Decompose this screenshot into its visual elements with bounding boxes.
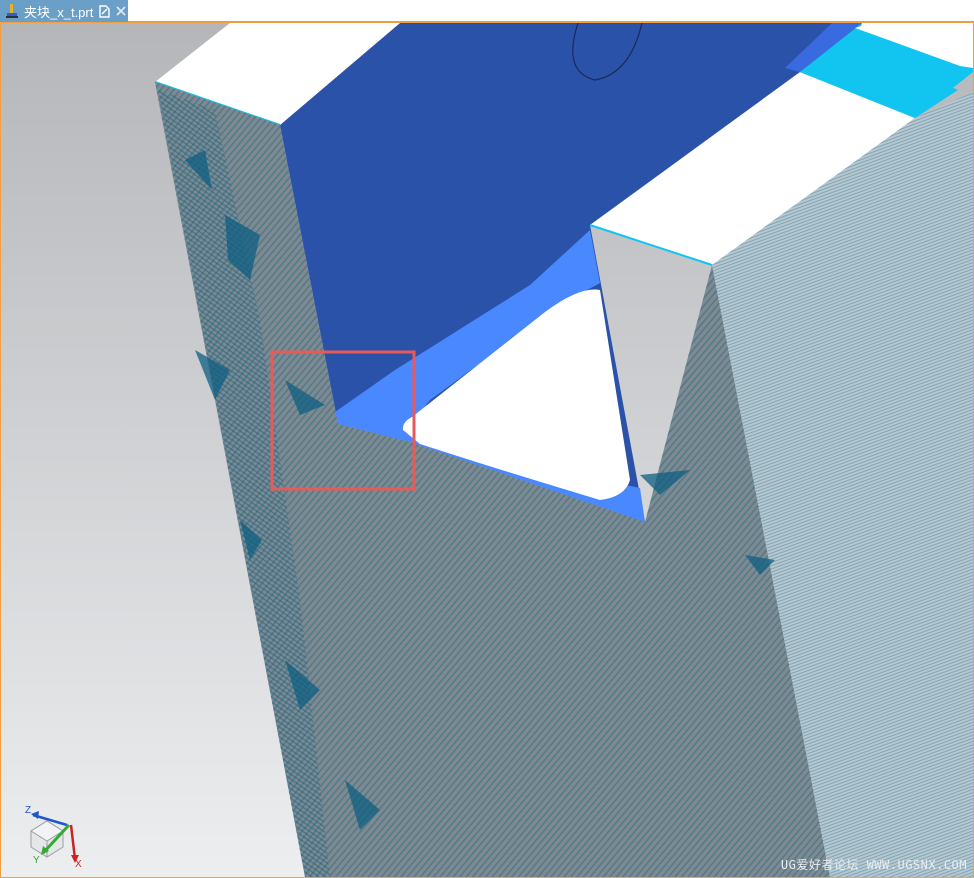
document-modified-icon bbox=[98, 4, 110, 18]
document-tab[interactable]: 夹块_x_t.prt bbox=[0, 0, 128, 22]
model-scene bbox=[1, 23, 973, 877]
x-axis-arrow-icon bbox=[69, 824, 79, 863]
close-icon[interactable] bbox=[115, 4, 127, 18]
triad-y-label: Y bbox=[33, 855, 40, 866]
document-tab-bar: 夹块_x_t.prt bbox=[0, 0, 974, 22]
nx-graphics-window: 夹块_x_t.prt Z Y X UG爱好者论坛 WWW.UGSNX.COM bbox=[0, 0, 974, 878]
view-triad[interactable]: Z Y X bbox=[19, 787, 89, 867]
graphics-viewport[interactable]: Z Y X UG爱好者论坛 WWW.UGSNX.COM bbox=[0, 22, 974, 878]
part-file-icon bbox=[4, 3, 20, 19]
triad-x-label: X bbox=[75, 859, 82, 867]
triad-z-label: Z bbox=[25, 805, 31, 816]
forum-watermark: UG爱好者论坛 WWW.UGSNX.COM bbox=[780, 858, 967, 872]
tab-label: 夹块_x_t.prt bbox=[24, 4, 94, 20]
